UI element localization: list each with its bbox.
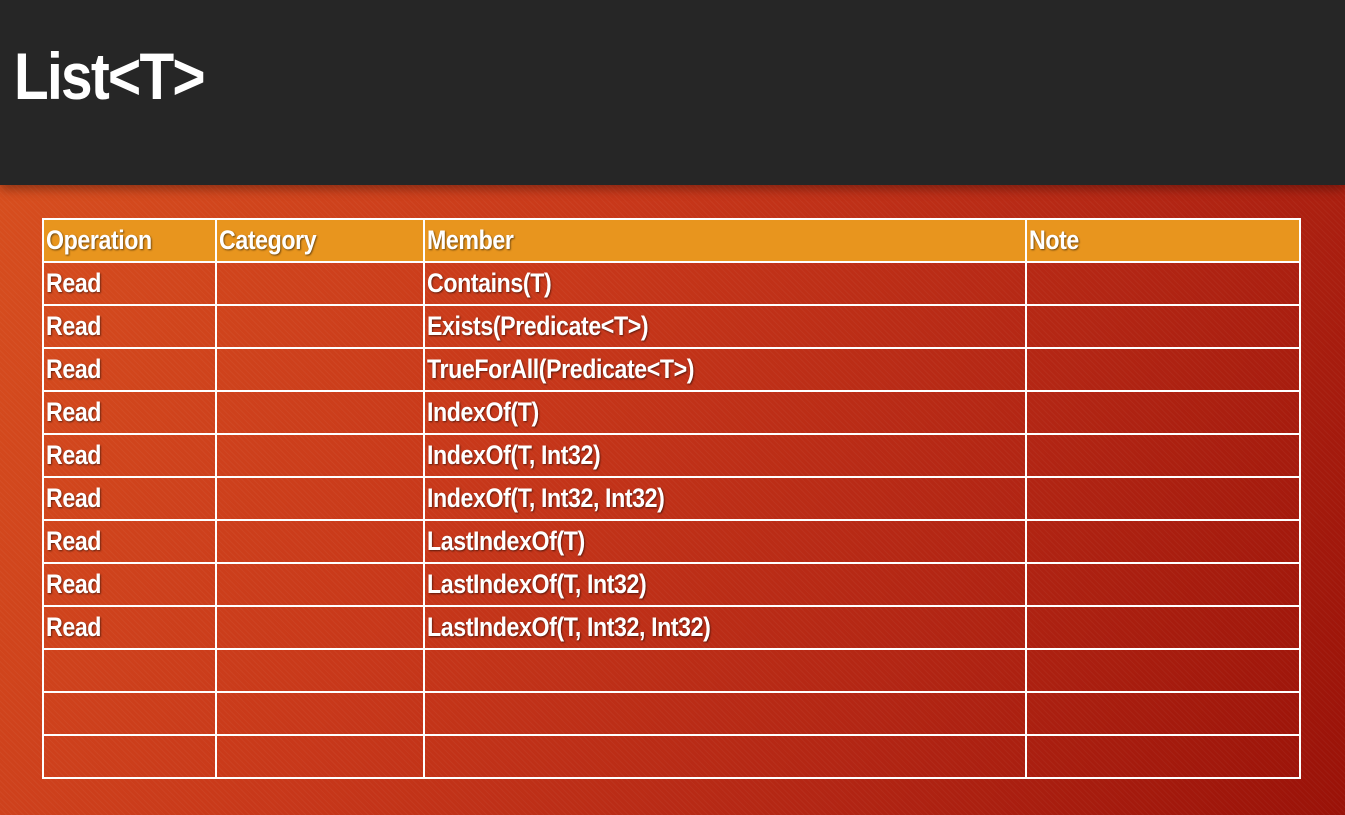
slide: List<T> Operation Category Member Note R… <box>0 0 1345 815</box>
table-row: Read LastIndexOf(T) <box>42 519 1301 564</box>
table-row: Read IndexOf(T) <box>42 390 1301 435</box>
cell-member <box>423 691 1027 736</box>
cell-member: IndexOf(T, Int32) <box>423 433 1027 478</box>
cell-category <box>215 390 425 435</box>
cell-member <box>423 734 1027 779</box>
cell-operation: Read <box>42 562 217 607</box>
cell-note <box>1025 476 1301 521</box>
cell-category <box>215 691 425 736</box>
table-row <box>42 648 1301 693</box>
cell-category <box>215 476 425 521</box>
cell-category <box>215 648 425 693</box>
cell-member: LastIndexOf(T, Int32, Int32) <box>423 605 1027 650</box>
table-row <box>42 734 1301 779</box>
cell-note <box>1025 605 1301 650</box>
table-row: Read TrueForAll(Predicate<T>) <box>42 347 1301 392</box>
cell-operation <box>42 734 217 779</box>
cell-note <box>1025 648 1301 693</box>
cell-member <box>423 648 1027 693</box>
cell-note <box>1025 304 1301 349</box>
cell-operation: Read <box>42 519 217 564</box>
cell-member: LastIndexOf(T, Int32) <box>423 562 1027 607</box>
cell-note <box>1025 519 1301 564</box>
header-member: Member <box>423 218 1027 263</box>
header-note: Note <box>1025 218 1301 263</box>
cell-note <box>1025 433 1301 478</box>
cell-category <box>215 433 425 478</box>
cell-operation: Read <box>42 605 217 650</box>
header-operation: Operation <box>42 218 217 263</box>
table-row: Read LastIndexOf(T, Int32) <box>42 562 1301 607</box>
cell-operation: Read <box>42 476 217 521</box>
table-row: Read IndexOf(T, Int32) <box>42 433 1301 478</box>
cell-note <box>1025 347 1301 392</box>
cell-note <box>1025 562 1301 607</box>
cell-member: IndexOf(T) <box>423 390 1027 435</box>
members-table: Operation Category Member Note Read Conta… <box>42 218 1301 779</box>
cell-member: LastIndexOf(T) <box>423 519 1027 564</box>
table-row: Read IndexOf(T, Int32, Int32) <box>42 476 1301 521</box>
cell-operation: Read <box>42 433 217 478</box>
cell-operation <box>42 648 217 693</box>
cell-operation: Read <box>42 390 217 435</box>
cell-category <box>215 347 425 392</box>
cell-operation <box>42 691 217 736</box>
title-bar: List<T> <box>0 0 1345 185</box>
table-row: Read LastIndexOf(T, Int32, Int32) <box>42 605 1301 650</box>
table-row: Read Exists(Predicate<T>) <box>42 304 1301 349</box>
cell-note <box>1025 261 1301 306</box>
cell-note <box>1025 734 1301 779</box>
table-header-row: Operation Category Member Note <box>42 218 1301 263</box>
cell-operation: Read <box>42 261 217 306</box>
cell-category <box>215 304 425 349</box>
table-row: Read Contains(T) <box>42 261 1301 306</box>
cell-category <box>215 519 425 564</box>
cell-operation: Read <box>42 347 217 392</box>
cell-category <box>215 605 425 650</box>
cell-category <box>215 734 425 779</box>
cell-member: Contains(T) <box>423 261 1027 306</box>
header-category: Category <box>215 218 425 263</box>
cell-note <box>1025 691 1301 736</box>
cell-category <box>215 261 425 306</box>
cell-operation: Read <box>42 304 217 349</box>
slide-title: List<T> <box>14 39 206 113</box>
cell-member: TrueForAll(Predicate<T>) <box>423 347 1027 392</box>
cell-member: IndexOf(T, Int32, Int32) <box>423 476 1027 521</box>
table-row <box>42 691 1301 736</box>
cell-note <box>1025 390 1301 435</box>
cell-category <box>215 562 425 607</box>
cell-member: Exists(Predicate<T>) <box>423 304 1027 349</box>
